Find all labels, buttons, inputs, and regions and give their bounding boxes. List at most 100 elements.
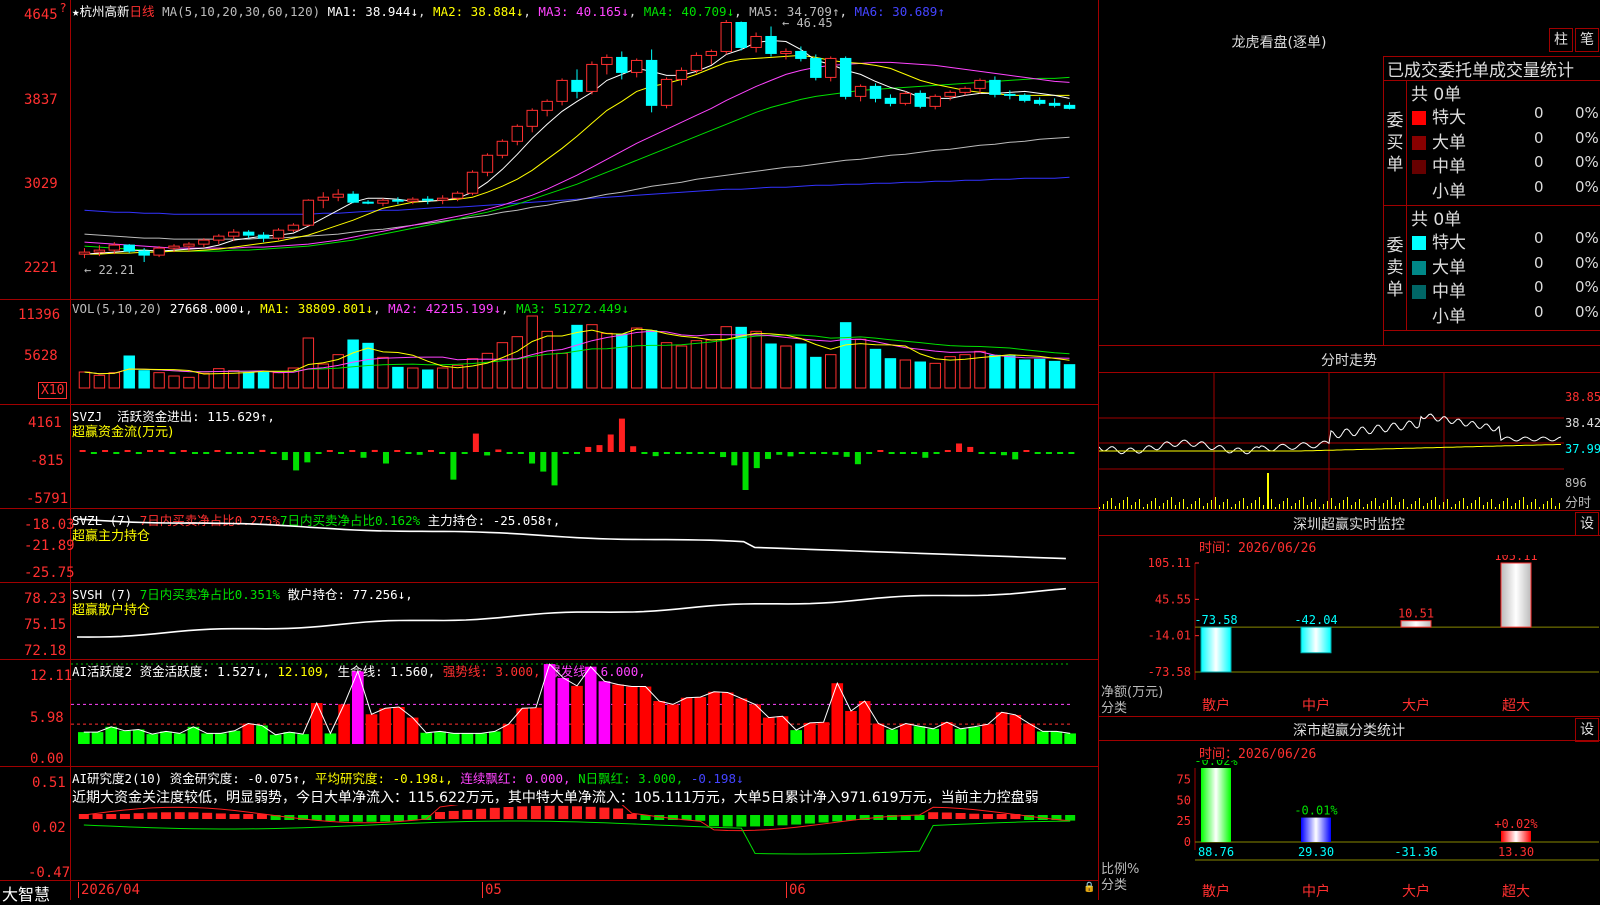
intraday-y-tick: 37.99 — [1565, 442, 1600, 456]
svzj-chart[interactable] — [71, 405, 1098, 508]
order-type-label: 中单 — [1432, 157, 1466, 177]
research-bar — [955, 812, 966, 819]
realtime-bar-chart[interactable]: 105.1145.55-14.01-73.58-73.58散户-42.04中户1… — [1099, 555, 1600, 715]
chart-area[interactable]: ★杭州高新日线 MA(5,10,20,30,60,120) MA1: 38.94… — [0, 0, 1099, 904]
intraday-volume-bar — [1179, 502, 1180, 509]
intraday-volume-bar — [1167, 500, 1168, 509]
intraday-volume-bar — [1307, 505, 1308, 509]
intraday-volume-bar — [1135, 502, 1136, 509]
info-mark-icon[interactable]: ? — [60, 1, 66, 15]
volume-bar — [153, 372, 165, 389]
research-bar — [393, 815, 404, 822]
buy-order-row: 中单 — [1412, 152, 1466, 177]
ai-research-label: AI研究度2(10) — [72, 771, 163, 786]
fund-flow-bar — [382, 452, 389, 464]
activity-bar — [680, 697, 693, 744]
fund-flow-bar — [529, 452, 536, 464]
fund-flow-bar — [933, 452, 940, 454]
research-bar — [325, 815, 336, 822]
fund-flow-bar — [708, 452, 715, 454]
research-bar — [613, 808, 624, 819]
candle-body — [899, 92, 912, 104]
intraday-chart[interactable] — [1099, 373, 1564, 509]
classify-bar-chart[interactable]: 75 50 25 0 -0.02% 88.76 散户 -0.01% 29.30 中户 -31.36 大… — [1099, 760, 1600, 900]
intraday-volume-bar — [1491, 499, 1492, 509]
activity-bar — [269, 734, 282, 744]
bar-view-button[interactable]: 柱 — [1549, 28, 1573, 52]
y-tick: 0.51 — [32, 775, 66, 791]
intraday-volume-bar — [1431, 500, 1432, 509]
volume-bar — [1019, 359, 1031, 389]
intraday-volume-bar — [1259, 497, 1260, 509]
intraday-volume-bar — [1403, 499, 1404, 509]
average-research-line — [83, 820, 1071, 855]
research-bar — [763, 815, 774, 827]
buy-total: 共 0单 — [1411, 85, 1462, 105]
candle-body — [675, 69, 688, 80]
research-bar — [585, 806, 596, 819]
candle-body — [1004, 93, 1016, 96]
fund-flow-bar — [731, 452, 738, 466]
intraday-volume-bar — [1171, 497, 1172, 509]
volume-bar — [436, 367, 449, 389]
candle-body — [317, 196, 329, 201]
research-bar — [133, 813, 144, 819]
intraday-volume-bar — [1415, 501, 1416, 509]
intraday-volume-bar — [1487, 502, 1488, 509]
candle-body — [690, 54, 703, 71]
svsh-chart[interactable] — [71, 583, 1098, 659]
fund-flow-bar — [281, 452, 288, 461]
tick-view-button[interactable]: 笔 — [1575, 28, 1599, 52]
order-percent: 0% — [1575, 153, 1599, 171]
realtime-category-label: 中户 — [1302, 697, 1330, 714]
intraday-vol-label: 分时 — [1565, 496, 1592, 511]
intraday-volume-bar — [1231, 507, 1232, 509]
candlestick-chart[interactable] — [71, 0, 1098, 299]
fund-flow-bar — [787, 452, 794, 457]
volume-bar — [884, 358, 897, 389]
candle-body — [436, 197, 449, 201]
vol-unit-button[interactable]: X10 — [38, 382, 68, 399]
intraday-volume-bar — [1143, 507, 1144, 509]
average-price-line — [1099, 444, 1561, 452]
candle-body — [854, 85, 867, 97]
y-tick: 75.15 — [24, 617, 67, 633]
activity-bar — [187, 726, 200, 744]
candle-body — [242, 231, 255, 236]
ai-research-chart[interactable] — [71, 805, 1098, 880]
activity-bar — [749, 704, 761, 744]
fund-flow-bar — [315, 452, 322, 454]
intraday-volume-bar — [1319, 507, 1320, 509]
classify-settings-button[interactable]: 设 — [1575, 718, 1599, 742]
activity-bar — [667, 704, 679, 744]
activity-bar — [694, 697, 707, 744]
activity-bar — [502, 724, 515, 744]
realtime-settings-button[interactable]: 设 — [1575, 512, 1599, 536]
color-swatch — [1412, 160, 1426, 174]
research-bar — [530, 805, 541, 819]
fund-flow-bar — [360, 452, 367, 458]
intraday-volume-bar — [1463, 498, 1464, 509]
intraday-volume-bar — [1223, 502, 1224, 509]
candle-body — [496, 140, 509, 156]
intraday-volume-bar — [1475, 500, 1476, 509]
candle-body — [1033, 99, 1046, 104]
classify-value-label: 29.30 — [1298, 845, 1334, 859]
activity-bar — [530, 707, 542, 744]
fund-flow-bar — [203, 452, 210, 454]
lock-icon[interactable]: 🔒 — [1083, 882, 1095, 893]
intraday-volume-bar — [1315, 499, 1316, 509]
fund-flow-bar — [618, 418, 625, 452]
fund-flow-bar — [1045, 452, 1052, 454]
candle-body — [466, 171, 479, 194]
intraday-volume-bar — [1535, 499, 1536, 509]
volume-bar — [1033, 358, 1046, 389]
candle-body — [765, 35, 777, 54]
realtime-value-label: 10.51 — [1398, 607, 1434, 621]
order-percent: 0% — [1575, 104, 1599, 122]
candle-body — [78, 251, 91, 255]
ai-active-chart[interactable] — [71, 660, 1098, 766]
volume-chart[interactable] — [71, 300, 1098, 404]
classify-y-tick: 75 — [1177, 772, 1191, 786]
svzl-chart[interactable] — [71, 509, 1098, 582]
